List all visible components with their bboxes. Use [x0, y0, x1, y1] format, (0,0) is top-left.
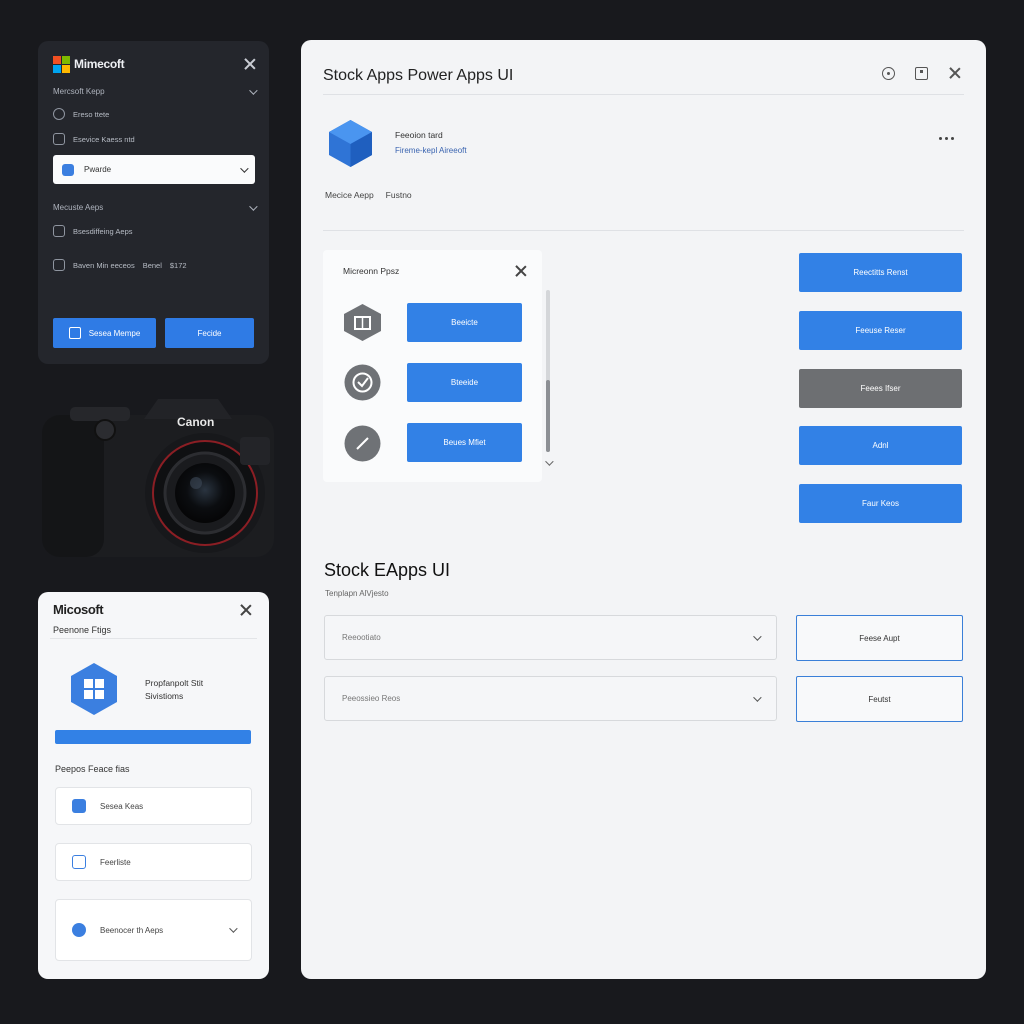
edit-icon: [72, 855, 86, 869]
button-2-label: Fecide: [197, 328, 222, 338]
dark-panel-button-2[interactable]: Fecide: [165, 318, 254, 348]
section-subtitle: Tenplapn AlVjesto: [325, 589, 389, 598]
app-publisher-link[interactable]: Fireme-kepl Aireeoft: [395, 146, 467, 155]
divider: [50, 638, 257, 639]
section-title: Stock EApps UI: [324, 560, 451, 580]
chevron-down-icon: [249, 85, 258, 95]
dialog-button-1[interactable]: Beeicte: [407, 303, 522, 342]
outline-button-2[interactable]: Feutst: [796, 676, 963, 722]
check-circle-icon: [344, 364, 381, 401]
list-item[interactable]: Sesea Keas: [55, 787, 252, 825]
dialog-title: Micreonn Ppsz: [343, 266, 400, 276]
close-icon[interactable]: [243, 57, 257, 71]
image-icon: [53, 259, 65, 271]
close-icon[interactable]: [514, 264, 528, 278]
window-controls: [882, 66, 962, 80]
microsoft-logo-icon: [53, 55, 70, 73]
outline-button-1[interactable]: Feese Aupt: [796, 615, 963, 661]
button-1-label: Sesea Mempe: [88, 328, 141, 338]
dark-panel-brand: Mimecoft: [74, 57, 125, 71]
side-button-1[interactable]: Reectitts Renst: [799, 253, 962, 292]
scrollbar-thumb[interactable]: [546, 380, 550, 452]
select-value: Reeootiato: [342, 633, 381, 642]
camera-image: Canon: [42, 399, 274, 557]
side-button-2[interactable]: Feeuse Reser: [799, 311, 962, 350]
chevron-down-icon: [229, 924, 238, 933]
window-title: Stock Apps Power Apps UI: [323, 67, 514, 84]
refresh-icon: [53, 108, 65, 120]
progress-bar: [55, 730, 251, 744]
list-item-label: Beenocer th Aeps: [100, 925, 164, 935]
divider: [323, 230, 964, 231]
row-4-label: Baven Min eeceos: [73, 260, 135, 270]
more-options-icon[interactable]: [939, 137, 954, 140]
dark-panel-row-1[interactable]: Ereso ttete: [53, 108, 109, 120]
chevron-down-icon: [753, 631, 762, 641]
app-name: Feeoion tard: [395, 130, 443, 140]
select-value: Pwarde: [84, 165, 112, 174]
main-window: Stock Apps Power Apps UI Feeoion tard Fi…: [301, 40, 986, 979]
shield-icon: [72, 799, 86, 813]
row-4-value-2: $172: [169, 260, 187, 270]
list-item[interactable]: Feerliste: [55, 843, 252, 881]
light-card-label: Peepos Feace fias: [55, 764, 130, 774]
close-icon[interactable]: [948, 66, 962, 80]
dark-panel-select[interactable]: Pwarde: [53, 155, 255, 184]
section-1-label: Mercsoft Kepp: [53, 87, 105, 96]
scrollbar[interactable]: [546, 290, 550, 452]
document-icon: [53, 225, 65, 237]
dark-panel-row-4[interactable]: Baven Min eeceos Benel $172: [53, 259, 187, 271]
row-3-label: Bsesdiffeing Aeps: [73, 226, 133, 236]
dark-panel-section-2[interactable]: Mecuste Aeps: [53, 201, 258, 212]
meta-item: Mecice Aepp: [325, 190, 374, 200]
app-cube-icon: [329, 120, 372, 167]
chevron-down-icon: [753, 692, 762, 702]
title-line-1: Propfanpolt Stit: [145, 678, 204, 688]
app-meta: Mecice Aepp Fustno: [325, 190, 412, 200]
camera-brand-text: Canon: [177, 415, 214, 429]
chevron-down-icon: [249, 201, 258, 211]
close-icon[interactable]: [239, 603, 253, 617]
side-button-4[interactable]: Adnl: [799, 426, 962, 465]
dark-panel-row-3[interactable]: Bsesdiffeing Aeps: [53, 225, 133, 237]
dialog-button-3[interactable]: Beues Mfiet: [407, 423, 522, 462]
light-info-card: Micosoft Peenone Ftigs Propfanpolt Stit …: [38, 592, 269, 979]
chevron-down-icon[interactable]: [545, 457, 554, 466]
dialog-button-2[interactable]: Bteeide: [407, 363, 522, 402]
light-card-title: Propfanpolt Stit Sivistioms: [145, 677, 203, 703]
meta-item: Fustno: [385, 190, 412, 200]
select-dropdown-2[interactable]: Peeossieo Reos: [324, 676, 777, 721]
section-2-label: Mecuste Aeps: [53, 203, 104, 212]
row-1-label: Ereso ttete: [73, 109, 110, 119]
dark-panel-section-1[interactable]: Mercsoft Kepp: [53, 85, 258, 96]
divider: [323, 94, 964, 95]
inner-dialog: Micreonn Ppsz Beeicte Bteeide Beues Mfie…: [323, 250, 542, 482]
grid-icon: [53, 133, 65, 145]
list-item-label: Sesea Keas: [100, 801, 144, 811]
list-item-label: Feerliste: [100, 857, 131, 867]
title-line-2: Sivistioms: [145, 691, 184, 701]
list-item[interactable]: Beenocer th Aeps: [55, 899, 252, 961]
light-card-brand: Micosoft: [53, 602, 104, 617]
maximize-icon[interactable]: [915, 66, 928, 80]
select-dropdown-1[interactable]: Reeootiato: [324, 615, 777, 660]
store-icon: [344, 304, 381, 341]
dark-panel-row-2[interactable]: Esevice Kaess ntd: [53, 133, 135, 145]
chevron-down-icon: [240, 163, 249, 173]
dark-panel-header: Mimecoft: [53, 53, 257, 75]
light-card-subtitle: Peenone Ftigs: [53, 625, 112, 635]
select-value: Peeossieo Reos: [342, 694, 401, 703]
side-button-5[interactable]: Faur Keos: [799, 484, 962, 523]
export-icon: [68, 327, 81, 339]
dark-panel-button-1[interactable]: Sesea Mempe: [53, 318, 156, 348]
shield-icon: [62, 163, 74, 176]
pencil-circle-icon: [344, 425, 381, 462]
row-4-value-1: Benel: [142, 260, 162, 270]
side-button-3[interactable]: Feees Ifser: [799, 369, 962, 408]
dark-settings-panel: Mimecoft Mercsoft Kepp Ereso ttete Esevi…: [38, 41, 269, 364]
settings-icon[interactable]: [882, 66, 895, 80]
user-icon: [72, 923, 86, 937]
row-2-label: Esevice Kaess ntd: [73, 134, 135, 144]
windows-hex-icon: [71, 663, 117, 715]
